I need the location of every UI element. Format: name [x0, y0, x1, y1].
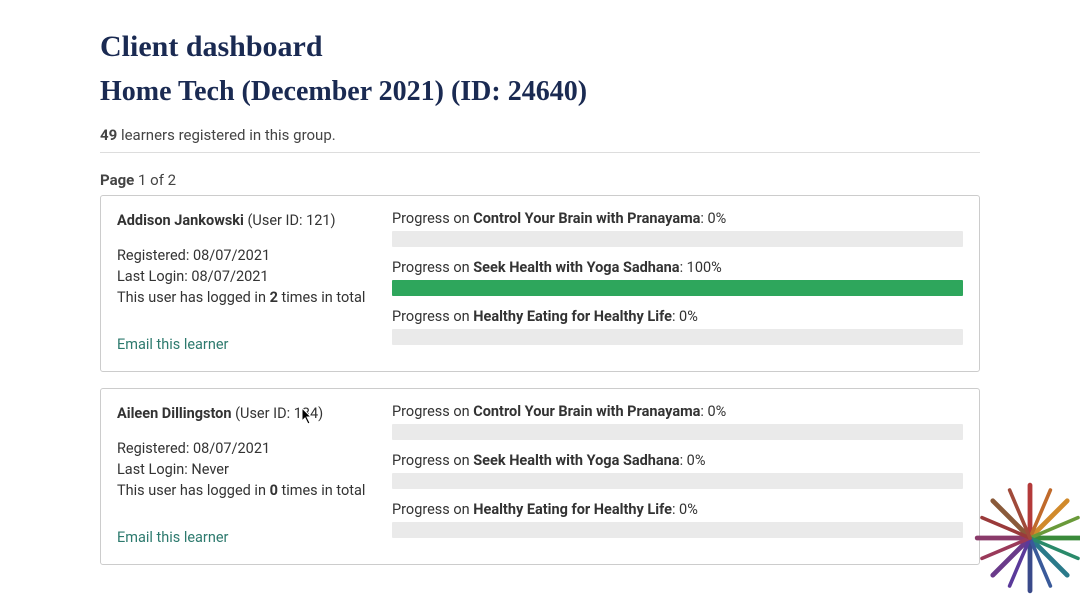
progress-label: Progress on Seek Health with Yoga Sadhan… — [392, 259, 963, 276]
progress-bar — [392, 329, 963, 345]
progress-block: Progress on Control Your Brain with Pran… — [392, 210, 963, 247]
login-count-row: This user has logged in 0 times in total — [117, 480, 372, 501]
learner-progress: Progress on Control Your Brain with Pran… — [392, 403, 963, 548]
course-name: Healthy Eating for Healthy Life — [473, 308, 672, 325]
progress-block: Progress on Seek Health with Yoga Sadhan… — [392, 452, 963, 489]
pager: Page 1 of 2 — [100, 171, 980, 189]
course-name: Seek Health with Yoga Sadhana — [473, 452, 679, 469]
progress-fill — [392, 280, 963, 296]
learner-user-id: (User ID: 134) — [231, 405, 323, 422]
learner-name: Aileen Dillingston — [117, 405, 231, 422]
learner-name-row: Aileen Dillingston (User ID: 134) — [117, 403, 372, 424]
pager-prefix: Page — [100, 171, 138, 189]
progress-block: Progress on Healthy Eating for Healthy L… — [392, 501, 963, 538]
progress-bar — [392, 473, 963, 489]
summary-line: 49 learners registered in this group. — [100, 126, 980, 153]
progress-label: Progress on Healthy Eating for Healthy L… — [392, 501, 963, 518]
progress-label: Progress on Control Your Brain with Pran… — [392, 403, 963, 420]
progress-bar — [392, 280, 963, 296]
page-title: Client dashboard — [100, 30, 980, 64]
progress-label: Progress on Healthy Eating for Healthy L… — [392, 308, 963, 325]
learner-user-id: (User ID: 121) — [244, 212, 336, 229]
learner-card: Aileen Dillingston (User ID: 134) Registe… — [100, 388, 980, 565]
course-name: Healthy Eating for Healthy Life — [473, 501, 672, 518]
learner-card: Addison Jankowski (User ID: 121) Register… — [100, 195, 980, 372]
pager-total: 2 — [168, 171, 176, 189]
pager-of: of — [146, 171, 167, 189]
progress-bar — [392, 231, 963, 247]
progress-block: Progress on Seek Health with Yoga Sadhan… — [392, 259, 963, 296]
progress-label: Progress on Seek Health with Yoga Sadhan… — [392, 452, 963, 469]
learner-info: Addison Jankowski (User ID: 121) Register… — [117, 210, 372, 355]
course-name: Control Your Brain with Pranayama — [473, 210, 700, 227]
course-name: Control Your Brain with Pranayama — [473, 403, 700, 420]
learner-progress: Progress on Control Your Brain with Pran… — [392, 210, 963, 355]
registered-row: Registered: 08/07/2021 — [117, 438, 372, 459]
email-learner-link[interactable]: Email this learner — [117, 334, 228, 355]
logo-burst-icon — [970, 478, 1080, 598]
progress-block: Progress on Control Your Brain with Pran… — [392, 403, 963, 440]
learner-name-row: Addison Jankowski (User ID: 121) — [117, 210, 372, 231]
course-name: Seek Health with Yoga Sadhana — [473, 259, 679, 276]
learner-count: 49 — [100, 126, 117, 144]
group-title: Home Tech (December 2021) (ID: 24640) — [100, 76, 980, 108]
progress-block: Progress on Healthy Eating for Healthy L… — [392, 308, 963, 345]
learner-info: Aileen Dillingston (User ID: 134) Registe… — [117, 403, 372, 548]
last-login-row: Last Login: 08/07/2021 — [117, 266, 372, 287]
summary-text: learners registered in this group. — [117, 126, 336, 144]
email-learner-link[interactable]: Email this learner — [117, 527, 228, 548]
progress-bar — [392, 522, 963, 538]
progress-bar — [392, 424, 963, 440]
last-login-row: Last Login: Never — [117, 459, 372, 480]
progress-label: Progress on Control Your Brain with Pran… — [392, 210, 963, 227]
registered-row: Registered: 08/07/2021 — [117, 245, 372, 266]
learner-name: Addison Jankowski — [117, 212, 244, 229]
login-count-row: This user has logged in 2 times in total — [117, 287, 372, 308]
